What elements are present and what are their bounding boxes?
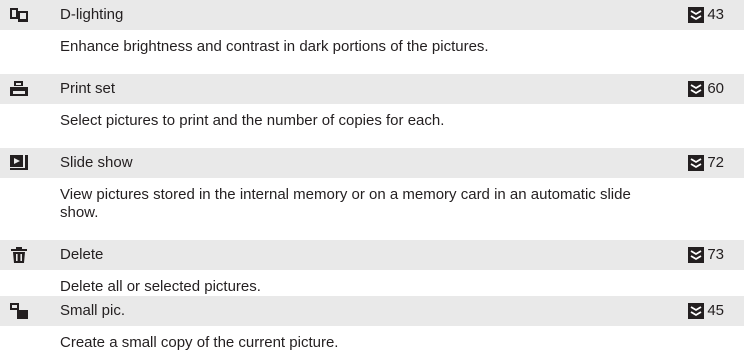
entry-header-bar: Small pic. 45 (0, 296, 744, 326)
page-number: 45 (707, 302, 724, 319)
small-pic-icon (10, 303, 28, 319)
page-reference-icon (688, 7, 705, 23)
slide-show-icon (10, 155, 28, 171)
page-reference: 72 (688, 148, 724, 178)
entry-title: Delete (60, 246, 104, 263)
page-number: 72 (707, 154, 724, 171)
page-reference: 73 (688, 240, 724, 270)
entry-description: Delete all or selected pictures. (60, 278, 261, 295)
entry-description: Select pictures to print and the number … (60, 112, 445, 129)
delete-icon (10, 247, 28, 263)
page-reference-icon (688, 303, 705, 319)
page-reference: 45 (688, 296, 724, 326)
entry-header-bar: Slide show 72 (0, 148, 744, 178)
entry-title: Small pic. (60, 302, 126, 319)
page-number: 60 (707, 80, 724, 97)
page-reference-icon (688, 155, 705, 171)
entry-header-bar: Print set 60 (0, 74, 744, 104)
page-number: 43 (707, 6, 724, 23)
print-set-icon (10, 81, 28, 97)
page-reference: 43 (688, 0, 724, 30)
d-lighting-icon (10, 7, 28, 23)
page-reference: 60 (688, 74, 724, 104)
entry-header-bar: Delete 73 (0, 240, 744, 270)
entry-header-bar: D-lighting 43 (0, 0, 744, 30)
entry-title: Slide show (60, 154, 133, 171)
page-number: 73 (707, 246, 724, 263)
entry-title: Print set (60, 80, 116, 97)
entry-description: View pictures stored in the internal mem… (60, 186, 631, 221)
entry-description: Create a small copy of the current pictu… (60, 334, 339, 351)
entry-description: Enhance brightness and contrast in dark … (60, 38, 489, 55)
page-reference-icon (688, 81, 705, 97)
page-reference-icon (688, 247, 705, 263)
entry-title: D-lighting (60, 6, 124, 23)
